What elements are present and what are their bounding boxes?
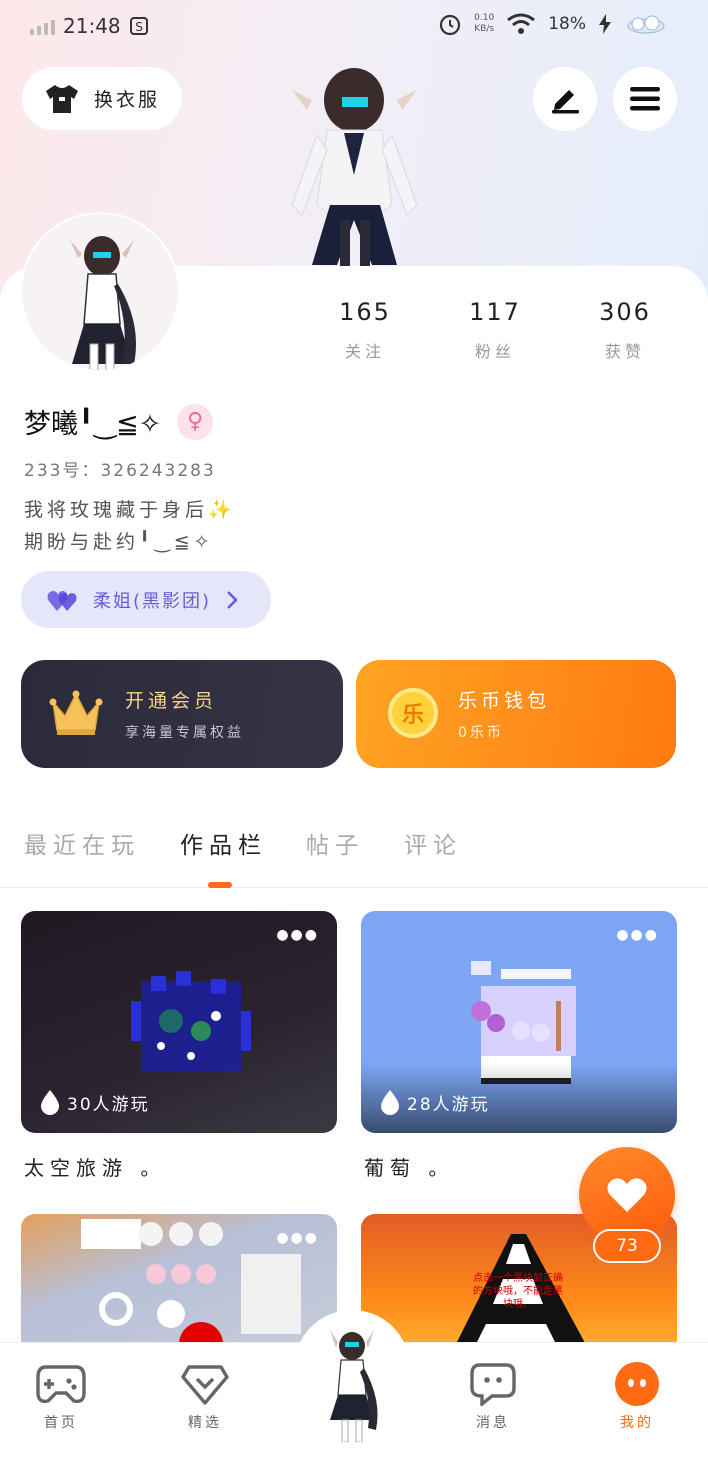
work-thumbnail	[131, 971, 251, 1071]
center-avatar-button[interactable]	[304, 1320, 400, 1442]
nav-home[interactable]: 首页	[16, 1360, 106, 1432]
nav-label: 首页	[44, 1415, 78, 1431]
content-tabs: 最近在玩 作品栏 帖子 评论	[0, 822, 708, 888]
status-time: 21:48	[63, 14, 121, 38]
change-outfit-button[interactable]: 换衣服	[22, 67, 182, 130]
avatar-3d-figure[interactable]	[272, 55, 437, 270]
stat-value: 165	[339, 298, 391, 326]
work-title[interactable]: 葡萄 。	[364, 1152, 454, 1181]
tshirt-icon	[45, 84, 78, 113]
group-label: 柔姐(黑影团)	[93, 590, 212, 612]
battery-icon	[627, 15, 665, 34]
stat-value: 306	[599, 298, 651, 326]
play-count-label: 28人游玩	[407, 1094, 490, 1115]
gamepad-icon	[36, 1365, 86, 1404]
tab-indicator	[208, 882, 232, 888]
signal-icon	[30, 17, 55, 35]
nav-label: 精选	[188, 1415, 222, 1431]
nav-messages[interactable]: 消息	[448, 1360, 538, 1432]
pencil-icon	[552, 90, 579, 114]
alarm-icon	[440, 14, 461, 36]
vip-membership-card[interactable]: 开通会员 享海量专属权益	[21, 660, 343, 768]
coin-icon: 乐	[388, 688, 438, 738]
coin-title: 乐币钱包	[458, 690, 551, 712]
menu-button[interactable]	[613, 67, 677, 131]
vip-title: 开通会员	[125, 690, 218, 712]
more-options-icon[interactable]: ●●●	[276, 1230, 319, 1246]
user-id[interactable]: 233号：326243283	[24, 456, 216, 481]
work-title[interactable]: 太空旅游 。	[24, 1152, 166, 1181]
more-options-icon[interactable]: ●●●	[276, 927, 319, 943]
stat-followers[interactable]: 117 粉丝	[430, 298, 560, 362]
work-card-space-travel[interactable]: ●●● 30人游玩	[21, 911, 337, 1133]
work-card-3[interactable]: ●●●	[21, 1214, 337, 1354]
heart-gem-icon	[181, 1365, 229, 1405]
flame-icon	[41, 1090, 59, 1115]
like-count: 73	[593, 1229, 661, 1263]
group-badge-button[interactable]: 柔姐(黑影团)	[21, 571, 271, 628]
charging-icon	[599, 14, 611, 34]
play-count: 30人游玩	[39, 1089, 150, 1115]
stat-label: 关注	[344, 342, 385, 361]
tab-posts[interactable]: 帖子	[306, 826, 364, 860]
stat-label: 粉丝	[474, 342, 515, 361]
bio-line: 期盼与赴约╹‿≦✧	[24, 531, 214, 553]
avatar[interactable]	[22, 214, 178, 370]
coin-balance: 0乐币	[458, 725, 504, 741]
stat-likes[interactable]: 306 获赞	[560, 298, 690, 362]
stat-value: 117	[469, 298, 521, 326]
tab-works[interactable]: 作品栏	[180, 826, 267, 860]
crown-icon	[49, 690, 103, 735]
work-card-grape[interactable]: ●●● 28人游玩	[361, 911, 677, 1133]
chevron-right-icon	[227, 590, 238, 609]
coin-wallet-card[interactable]: 乐 乐币钱包 0乐币	[356, 660, 676, 768]
bio-line: 我将玫瑰藏于身后✨	[24, 499, 236, 521]
double-heart-icon	[47, 590, 77, 611]
battery-text: 18%	[548, 14, 586, 34]
nickname: 梦曦╹‿≦✧	[24, 409, 162, 440]
flame-icon	[381, 1090, 399, 1115]
profile-stats: 165 关注 117 粉丝 306 获赞	[300, 298, 690, 362]
hamburger-menu-icon	[630, 87, 660, 111]
nav-label: 我的	[620, 1415, 654, 1431]
female-gender-icon: ♀	[177, 403, 214, 440]
nav-label: 消息	[476, 1415, 510, 1431]
notification-icon: S	[129, 17, 148, 35]
play-count-label: 30人游玩	[67, 1094, 150, 1115]
nav-featured[interactable]: 精选	[160, 1360, 250, 1432]
play-count: 28人游玩	[379, 1089, 490, 1115]
nav-me[interactable]: 我的	[592, 1360, 682, 1432]
wifi-icon	[507, 13, 536, 34]
more-options-icon[interactable]: ●●●	[616, 927, 659, 943]
heart-icon	[607, 1178, 647, 1212]
stat-following[interactable]: 165 关注	[300, 298, 430, 362]
avatar-portrait-icon	[22, 214, 178, 370]
status-bar: 21:48 S 0.10 KB/s 18%	[0, 0, 708, 56]
vip-subtitle: 享海量专属权益	[125, 725, 244, 741]
net-speed: 0.10 KB/s	[474, 13, 495, 34]
edit-profile-button[interactable]	[533, 67, 597, 131]
stat-label: 获赞	[604, 342, 645, 361]
work-overlay-text: 点击一个黑块到正确的方块哦，不能走黑块哦。	[473, 1273, 563, 1310]
chat-bubble-icon	[470, 1363, 516, 1406]
tab-recent-played[interactable]: 最近在玩	[24, 826, 140, 860]
change-outfit-label: 换衣服	[93, 89, 160, 111]
svg-text:S: S	[135, 20, 143, 34]
face-icon	[615, 1362, 659, 1406]
tab-comments[interactable]: 评论	[404, 826, 462, 860]
bio: 我将玫瑰藏于身后✨ 期盼与赴约╹‿≦✧	[24, 494, 236, 558]
